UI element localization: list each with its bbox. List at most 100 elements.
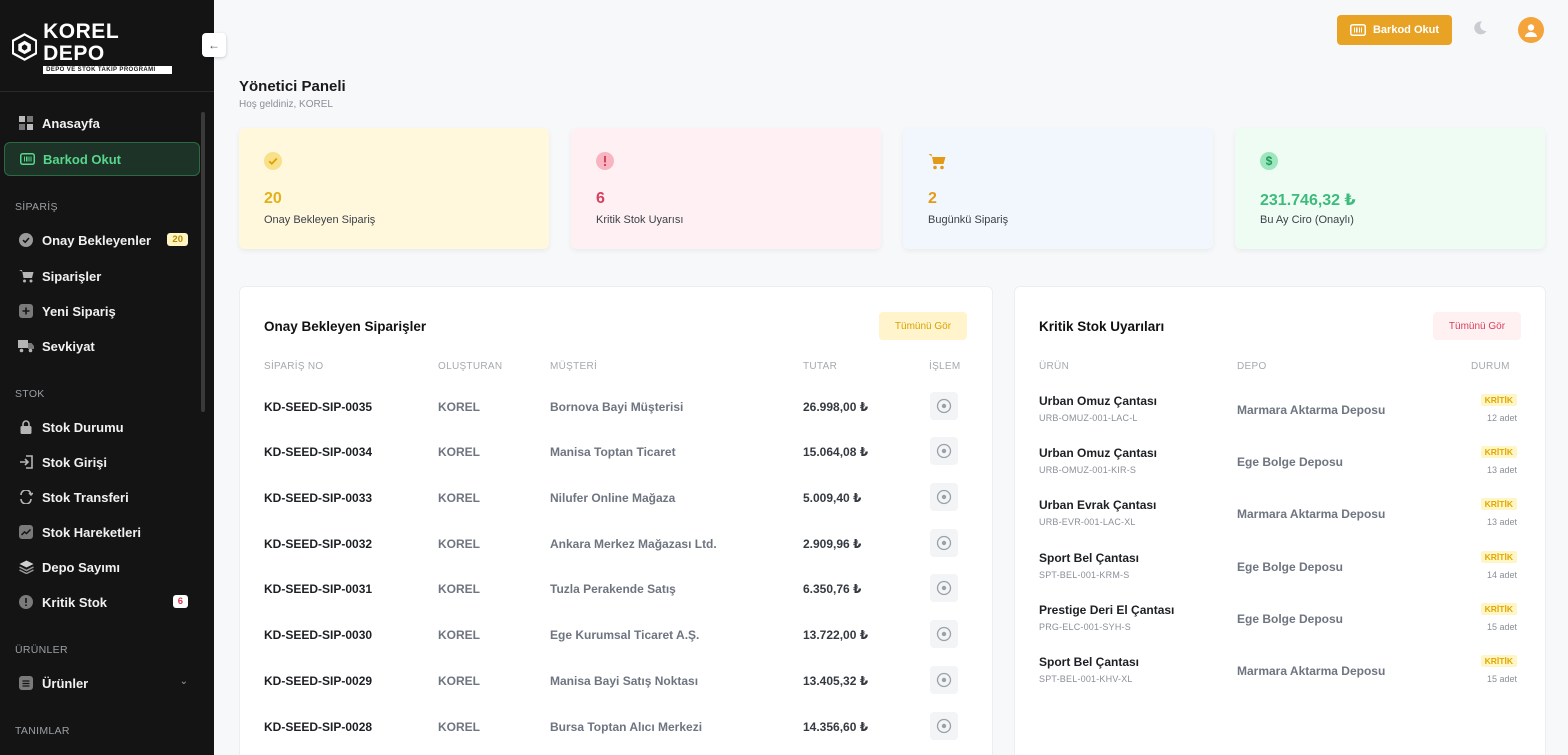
view-order-button[interactable] bbox=[930, 666, 958, 694]
sidebar-item-siparisler[interactable]: Siparişler bbox=[4, 259, 200, 293]
order-customer: Ankara Merkez Mağazası Ltd. bbox=[550, 537, 717, 551]
view-order-button[interactable] bbox=[930, 620, 958, 648]
column-header-depot: DEPO bbox=[1237, 361, 1267, 372]
stock-quantity: 12 adet bbox=[1486, 413, 1517, 423]
depot-name: Ege Bolge Deposu bbox=[1237, 455, 1344, 469]
check-circle-icon bbox=[264, 152, 282, 170]
sidebar-item-label: Depo Sayımı bbox=[42, 559, 121, 575]
sidebar-item-stok-durumu[interactable]: Stok Durumu bbox=[4, 410, 200, 444]
sidebar-scrollbar[interactable] bbox=[201, 112, 205, 412]
view-order-button[interactable] bbox=[930, 712, 958, 740]
order-customer: Bursa Toptan Alıcı Merkezi bbox=[550, 720, 703, 734]
dark-mode-toggle-icon[interactable] bbox=[1472, 20, 1488, 36]
barkod-okut-label: Barkod Okut bbox=[1372, 24, 1439, 36]
arrow-left-icon: ← bbox=[208, 38, 220, 52]
stat-card-critical-stock[interactable]: 6 Kritik Stok Uyarısı bbox=[571, 128, 881, 249]
sidebar-item-kritik-stok[interactable]: Kritik Stok 6 bbox=[4, 585, 200, 619]
user-icon bbox=[1525, 24, 1537, 37]
view-order-button[interactable] bbox=[930, 392, 958, 420]
sidebar-item-onay-bekleyenler[interactable]: Onay Bekleyenler 20 bbox=[4, 223, 200, 257]
order-creator: KOREL bbox=[438, 674, 480, 688]
truck-icon bbox=[18, 338, 34, 354]
user-avatar[interactable] bbox=[1518, 17, 1544, 43]
column-header-status: DURUM bbox=[1471, 361, 1510, 372]
pending-orders-panel: Onay Bekleyen Siparişler Tümünü Gör SİPA… bbox=[239, 286, 993, 755]
order-creator: KOREL bbox=[438, 720, 480, 734]
order-customer: Manisa Bayi Satış Noktası bbox=[550, 674, 699, 688]
stat-card-monthly-revenue[interactable]: $ 231.746,32 ₺ Bu Ay Ciro (Onaylı) bbox=[1235, 128, 1545, 249]
list-icon bbox=[18, 675, 34, 691]
critical-count-badge: 6 bbox=[172, 595, 188, 608]
table-row[interactable]: KD-SEED-SIP-0034 KOREL Manisa Toptan Tic… bbox=[240, 429, 992, 475]
order-amount: 5.009,40 ₺ bbox=[803, 491, 862, 505]
order-no: KD-SEED-SIP-0034 bbox=[264, 445, 373, 459]
list-item[interactable]: Urban Omuz Çantası URB-OMUZ-001-LAC-L Ma… bbox=[1015, 388, 1545, 440]
depot-name: Marmara Aktarma Deposu bbox=[1237, 664, 1386, 678]
order-creator: KOREL bbox=[438, 628, 480, 642]
sidebar-item-stok-hareketleri[interactable]: Stok Hareketleri bbox=[4, 515, 200, 549]
layers-icon bbox=[18, 559, 34, 575]
list-item[interactable]: Urban Evrak Çantası URB-EVR-001-LAC-XL M… bbox=[1015, 492, 1545, 544]
table-row[interactable]: KD-SEED-SIP-0033 KOREL Nilufer Online Ma… bbox=[240, 475, 992, 521]
nav-section-siparis: SİPARİŞ bbox=[15, 201, 58, 213]
stock-view-all-button[interactable]: Tümünü Gör bbox=[1433, 312, 1521, 340]
product-code: PRG-ELC-001-SYH-S bbox=[1039, 622, 1131, 632]
sidebar-item-urunler[interactable]: Ürünler ⌄ bbox=[4, 666, 200, 700]
order-customer: Manisa Toptan Ticaret bbox=[550, 445, 676, 459]
stock-quantity: 14 adet bbox=[1486, 570, 1517, 580]
list-item[interactable]: Prestige Deri El Çantası PRG-ELC-001-SYH… bbox=[1015, 597, 1545, 649]
table-row[interactable]: KD-SEED-SIP-0028 KOREL Bursa Toptan Alıc… bbox=[240, 704, 992, 750]
trend-icon bbox=[18, 524, 34, 540]
list-item[interactable]: Sport Bel Çantası SPT-BEL-001-KRM-S Ege … bbox=[1015, 545, 1545, 597]
sidebar-collapse-button[interactable]: ← bbox=[202, 33, 226, 57]
panel-title: Onay Bekleyen Siparişler bbox=[264, 319, 427, 334]
sidebar-item-label: Yeni Sipariş bbox=[42, 303, 116, 319]
stat-card-pending-orders[interactable]: 20 Onay Bekleyen Sipariş bbox=[239, 128, 549, 249]
sidebar-item-barkod-okut[interactable]: Barkod Okut bbox=[4, 142, 200, 176]
list-item[interactable]: Urban Omuz Çantası URB-OMUZ-001-KIR-S Eg… bbox=[1015, 440, 1545, 492]
table-row[interactable]: KD-SEED-SIP-0032 KOREL Ankara Merkez Mağ… bbox=[240, 521, 992, 567]
depot-name: Marmara Aktarma Deposu bbox=[1237, 403, 1386, 417]
sidebar-item-sevkiyat[interactable]: Sevkiyat bbox=[4, 329, 200, 363]
product-code: SPT-BEL-001-KRM-S bbox=[1039, 570, 1130, 580]
sidebar-item-stok-girisi[interactable]: Stok Girişi bbox=[4, 445, 200, 479]
nav-section-stok: STOK bbox=[15, 388, 45, 400]
brand-logo[interactable]: KOREL DEPO DEPO VE STOK TAKİP PROGRAMI bbox=[12, 20, 172, 74]
cube-logo-icon bbox=[12, 33, 38, 61]
svg-text:$: $ bbox=[1266, 154, 1273, 168]
product-code: SPT-BEL-001-KHV-XL bbox=[1039, 674, 1133, 684]
stat-card-today-orders[interactable]: 2 Bugünkü Sipariş bbox=[903, 128, 1213, 249]
table-row[interactable]: KD-SEED-SIP-0029 KOREL Manisa Bayi Satış… bbox=[240, 658, 992, 704]
view-order-button[interactable] bbox=[930, 483, 958, 511]
sidebar-item-anasayfa[interactable]: Anasayfa bbox=[4, 106, 200, 140]
view-order-button[interactable] bbox=[930, 437, 958, 465]
sidebar-item-stok-transferi[interactable]: Stok Transferi bbox=[4, 480, 200, 514]
column-header-product: ÜRÜN bbox=[1039, 361, 1070, 372]
nav-section-tanimlar: TANIMLAR bbox=[15, 725, 70, 737]
pending-count-badge: 20 bbox=[167, 233, 188, 246]
stock-quantity: 15 adet bbox=[1486, 622, 1517, 632]
stock-quantity: 15 adet bbox=[1486, 674, 1517, 684]
order-creator: KOREL bbox=[438, 400, 480, 414]
page-subtitle: Hoş geldiniz, KOREL bbox=[239, 99, 333, 110]
orders-view-all-button[interactable]: Tümünü Gör bbox=[879, 312, 967, 340]
table-row[interactable]: KD-SEED-SIP-0035 KOREL Bornova Bayi Müşt… bbox=[240, 384, 992, 430]
stat-label: Bugünkü Sipariş bbox=[928, 214, 1009, 226]
barkod-okut-button[interactable]: Barkod Okut bbox=[1337, 15, 1452, 45]
eye-icon bbox=[936, 672, 952, 688]
sidebar-item-yeni-siparis[interactable]: Yeni Sipariş bbox=[4, 294, 200, 328]
alert-icon bbox=[596, 152, 614, 170]
list-item[interactable]: Sport Bel Çantası SPT-BEL-001-KHV-XL Mar… bbox=[1015, 649, 1545, 701]
order-amount: 14.356,60 ₺ bbox=[803, 720, 869, 734]
sidebar-item-depo-sayimi[interactable]: Depo Sayımı bbox=[4, 550, 200, 584]
brand-name: KOREL DEPO bbox=[43, 19, 119, 65]
critical-stock-panel: Kritik Stok Uyarıları Tümünü Gör ÜRÜN DE… bbox=[1014, 286, 1546, 755]
product-code: URB-EVR-001-LAC-XL bbox=[1039, 517, 1136, 527]
view-order-button[interactable] bbox=[930, 574, 958, 602]
eye-icon bbox=[936, 443, 952, 459]
eye-icon bbox=[936, 718, 952, 734]
table-row[interactable]: KD-SEED-SIP-0030 KOREL Ege Kurumsal Tica… bbox=[240, 612, 992, 658]
order-no: KD-SEED-SIP-0029 bbox=[264, 674, 373, 688]
view-order-button[interactable] bbox=[930, 529, 958, 557]
table-row[interactable]: KD-SEED-SIP-0031 KOREL Tuzla Perakende S… bbox=[240, 566, 992, 612]
